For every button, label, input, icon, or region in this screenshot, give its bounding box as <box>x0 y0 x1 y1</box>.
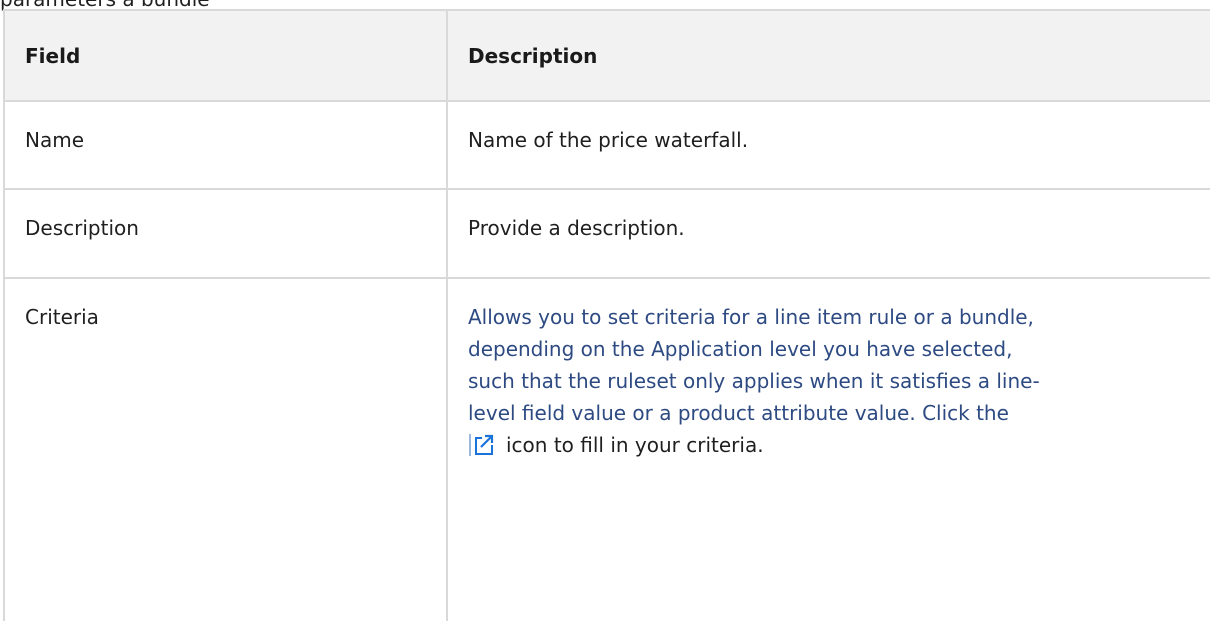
field-name-cell: Name <box>3 100 448 190</box>
criteria-tail: icon to fill in your criteria. <box>506 433 764 457</box>
external-edit-icon[interactable] <box>468 432 496 458</box>
header-description: Description <box>446 9 1210 102</box>
field-description-cell: Allows you to set criteria for a line it… <box>446 277 1210 621</box>
criteria-line: depending on the Application level you h… <box>468 337 1013 361</box>
fields-table: Field Description Name Name of the price… <box>3 9 1210 621</box>
field-description-cell: Name of the price waterfall. <box>446 100 1210 190</box>
criteria-line: such that the ruleset only applies when … <box>468 369 1040 393</box>
table-header-row: Field Description <box>3 9 1210 102</box>
header-field: Field <box>3 9 448 102</box>
field-name-cell: Description <box>3 188 448 279</box>
table-row: Name Name of the price waterfall. <box>3 100 1210 190</box>
field-name-cell: Criteria <box>3 277 448 621</box>
criteria-line: Allows you to set criteria for a line it… <box>468 305 1034 329</box>
table-row: Criteria Allows you to set criteria for … <box>3 277 1210 621</box>
criteria-line-with-icon: icon to fill in your criteria. <box>468 429 1210 461</box>
field-description-cell: Provide a description. <box>446 188 1210 279</box>
criteria-line: level field value or a product attribute… <box>468 401 1009 425</box>
table-row: Description Provide a description. <box>3 188 1210 279</box>
